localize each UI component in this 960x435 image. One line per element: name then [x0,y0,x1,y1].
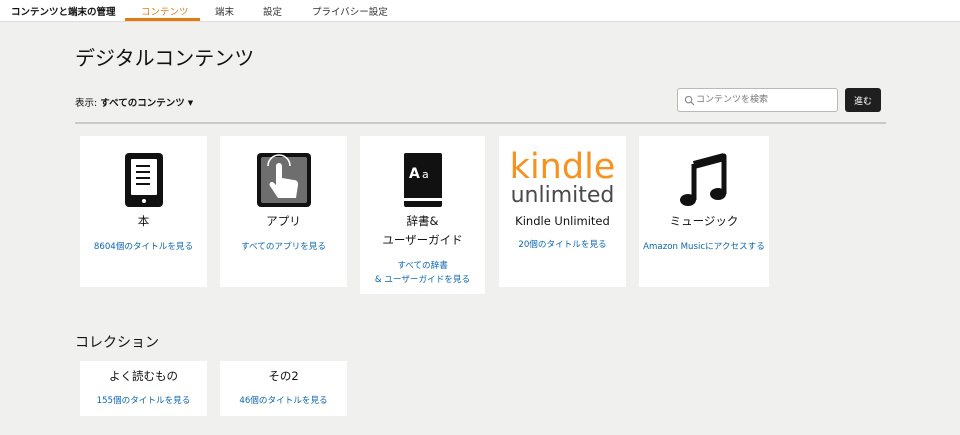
dictionary-icon: A a [403,153,442,207]
card-link-line1[interactable]: すべての辞書 [360,260,485,273]
content-filter[interactable]: 表示: すべてのコンテンツ ▼ [75,95,193,109]
card-link-line2[interactable]: & ユーザーガイドを見る [360,274,485,287]
card-kindle-unlimited[interactable]: kindle unlimited Kindle Unlimited 20個のタイ… [499,136,626,287]
card-title: アプリ [266,214,301,228]
card-books[interactable]: 本 8604個のタイトルを見る [80,136,207,287]
card-apps[interactable]: アプリ すべてのアプリを見る [220,136,347,287]
card-title: 本 [137,214,150,228]
top-nav: コンテンツと端末の管理 コンテンツ 端末 設定 プライバシー設定 [0,0,960,22]
book-icon [124,153,163,207]
card-title: Kindle Unlimited [515,214,610,228]
card-link[interactable]: すべてのアプリを見る [220,241,347,254]
page-title: デジタルコンテンツ [75,46,255,70]
card-title: ミュージック [669,214,739,228]
search-box[interactable] [677,88,838,112]
tab-content[interactable]: コンテンツ [141,4,189,18]
collection-title: その2 [268,369,299,383]
card-link[interactable]: 8604個のタイトルを見る [80,241,207,254]
collection-link[interactable]: 155個のタイトルを見る [80,395,207,408]
filter-prefix: 表示: [75,98,98,109]
collection-title: よく読むもの [109,369,178,383]
nav-brand[interactable]: コンテンツと端末の管理 [11,4,116,18]
card-link[interactable]: Amazon Musicにアクセスする [639,241,769,254]
tab-privacy-settings[interactable]: プライバシー設定 [312,4,388,18]
tab-devices[interactable]: 端末 [215,4,234,18]
music-note-icon [680,153,727,206]
card-music[interactable]: ミュージック Amazon Musicにアクセスする [639,136,769,287]
section-divider [75,122,886,124]
svg-text:A: A [409,166,420,182]
search-input[interactable] [696,92,834,108]
collection-link[interactable]: 46個のタイトルを見る [220,395,347,408]
card-title-line1: 辞書& [406,214,439,228]
svg-text:a: a [422,168,429,181]
collection-item[interactable]: よく読むもの 155個のタイトルを見る [80,361,207,416]
card-title-line2: ユーザーガイド [382,233,463,247]
collection-item[interactable]: その2 46個のタイトルを見る [220,361,347,416]
card-link[interactable]: 20個のタイトルを見る [499,239,626,252]
active-tab-indicator [125,18,200,21]
unlimited-logo-word: unlimited [510,183,615,208]
card-dictionaries[interactable]: A a 辞書& ユーザーガイド すべての辞書 & ユーザーガイドを見る [360,136,485,294]
collections-heading: コレクション [75,335,159,351]
search-go-button[interactable]: 進む [845,88,881,112]
filter-value[interactable]: すべてのコンテンツ [100,98,184,109]
caret-down-icon[interactable]: ▼ [188,99,193,107]
search-icon [684,95,695,106]
app-touch-icon [256,153,311,207]
kindle-logo-word: kindle [509,147,616,187]
tab-settings[interactable]: 設定 [263,4,282,18]
